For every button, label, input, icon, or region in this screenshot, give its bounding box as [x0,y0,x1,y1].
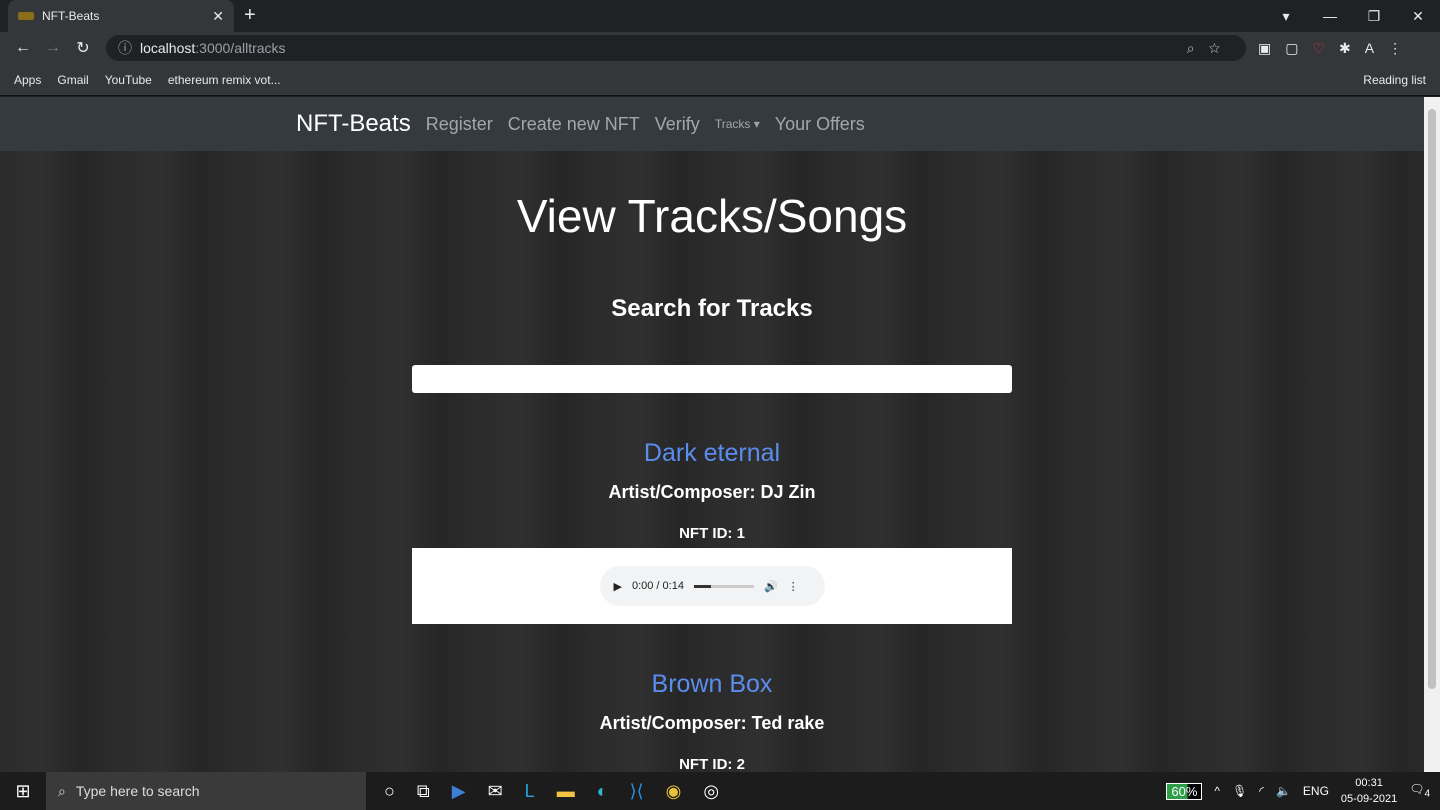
track-card: Brown Box Artist/Composer: Ted rake NFT … [0,670,1424,772]
taskbar-search[interactable]: ⌕ Type here to search [46,772,366,810]
audio-container: ▶ 0:00 / 0:14 🔊 ⋮ [412,548,1012,624]
url-host: localhost [140,40,196,56]
menu-icon[interactable]: ⋮ [1388,40,1402,57]
cortana-icon[interactable]: ○ [384,781,395,802]
app-icon[interactable]: ◎ [703,781,719,802]
track-artist: Artist/Composer: DJ Zin [608,482,816,502]
extension-icon[interactable]: ▣ [1258,40,1271,57]
avatar[interactable]: A [1365,40,1374,57]
vscode-icon[interactable]: ⟩⟨ [630,781,644,802]
puzzle-icon[interactable]: ✱ [1339,40,1351,57]
maximize-button[interactable]: ❐ [1352,0,1396,32]
search-heading: Search for Tracks [611,295,813,322]
tab-strip: NFT-Beats ✕ + ▾ — ❐ ✕ [0,0,1440,32]
nav-tracks-label: Tracks [714,117,751,131]
track-title: Brown Box [651,670,773,698]
bookmark-youtube[interactable]: YouTube [105,73,152,87]
nav-verify[interactable]: Verify [655,114,700,135]
windows-start-icon[interactable]: ⊞ [0,781,46,802]
powershell-icon[interactable]: ▶ [452,781,466,802]
nav-your-offers[interactable]: Your Offers [775,114,865,135]
track-nft-id: NFT ID: 2 [679,756,745,772]
notification-count: 4 [1424,788,1430,800]
page-title: View Tracks/Songs [516,190,908,242]
search-input[interactable] [412,365,1012,393]
nav-create-nft[interactable]: Create new NFT [508,114,640,135]
taskbar: ⊞ ⌕ Type here to search ○ ⧉ ▶ ✉ L ▬ ◐ ⟩⟨ ◉ ◎ 60% ^… [0,772,1440,810]
url-path: :3000/alltracks [195,40,286,56]
reload-icon[interactable]: ↻ [68,38,98,58]
bookmarks-bar: Apps Gmail YouTube ethereum remix vot...… [0,64,1440,96]
scrollbar[interactable] [1424,97,1440,772]
close-window-button[interactable]: ✕ [1396,0,1440,32]
tab-search-icon[interactable]: ▾ [1264,0,1308,32]
info-icon: ⓘ [118,40,132,56]
language-indicator[interactable]: ENG [1303,784,1329,798]
audio-time: 0:00 / 0:14 [631,580,684,592]
battery-indicator[interactable]: 60% [1166,782,1203,800]
extension-icon[interactable]: ▢ [1285,40,1298,57]
track-title: Dark eternal [643,439,781,467]
date: 05-09-2021 [1340,793,1398,805]
nav-tracks-dropdown[interactable]: Tracks ▾ [715,117,760,131]
zoom-bookmark-icons[interactable]: ⌕☆ [1187,40,1234,57]
new-tab-button[interactable]: + [244,4,256,27]
bookmark-gmail[interactable]: Gmail [57,73,88,87]
bookmark-folder[interactable]: ethereum remix vot... [168,73,281,87]
tab-title: NFT-Beats [42,9,100,23]
audio-seek-slider[interactable] [693,584,754,588]
audio-player: ▶ 0:00 / 0:14 🔊 ⋮ [599,566,825,606]
search-icon: ⌕ [58,782,66,799]
brand-link[interactable]: NFT-Beats [296,110,411,138]
notifications-icon[interactable]: 🗨4 [1409,782,1430,799]
browser-toolbar: ← → ↻ ⓘ localhost:3000/alltracks ⌕☆ ▣ ▢ ♡ ✱ A ⋮ [0,32,1440,64]
wifi-icon[interactable]: ◜ [1259,784,1264,798]
page-content: NFT-Beats Register Create new NFT Verify… [0,97,1424,772]
speaker-icon[interactable]: 🔈 [1276,784,1291,798]
app-l-icon[interactable]: L [525,781,535,802]
taskbar-search-placeholder: Type here to search [75,783,200,799]
play-icon[interactable]: ▶ [614,580,622,593]
tab-nft-beats[interactable]: NFT-Beats ✕ [8,0,234,32]
bookmark-apps[interactable]: Apps [14,73,41,87]
back-icon[interactable]: ← [8,39,38,57]
track-artist: Artist/Composer: Ted rake [599,713,825,733]
minimize-button[interactable]: — [1308,0,1352,32]
task-view-icon[interactable]: ⧉ [417,781,430,802]
address-bar[interactable]: ⓘ localhost:3000/alltracks ⌕☆ [106,35,1246,61]
reading-list-button[interactable]: Reading list [1363,73,1426,87]
volume-icon[interactable]: 🔊 [764,580,778,593]
forward-icon[interactable]: → [38,39,68,57]
mail-icon[interactable]: ✉ [488,781,503,802]
more-options-icon[interactable]: ⋮ [788,580,799,593]
microphone-icon[interactable]: 🎙 [1232,784,1247,798]
clock[interactable]: 00:31 05-09-2021 [1341,775,1397,807]
close-tab-icon[interactable]: ✕ [212,8,224,25]
favicon-icon [18,12,34,20]
edge-icon[interactable]: ◐ [597,781,608,802]
file-explorer-icon[interactable]: ▬ [557,781,575,802]
chevron-up-icon[interactable]: ^ [1214,784,1220,798]
nav-register[interactable]: Register [426,114,493,135]
navbar: NFT-Beats Register Create new NFT Verify… [0,97,1424,151]
extension-icon[interactable]: ♡ [1312,40,1325,57]
track-card: Dark eternal Artist/Composer: DJ Zin NFT… [0,439,1424,624]
time: 00:31 [1355,777,1383,789]
chrome-icon[interactable]: ◉ [666,781,682,802]
track-nft-id: NFT ID: 1 [679,525,745,542]
